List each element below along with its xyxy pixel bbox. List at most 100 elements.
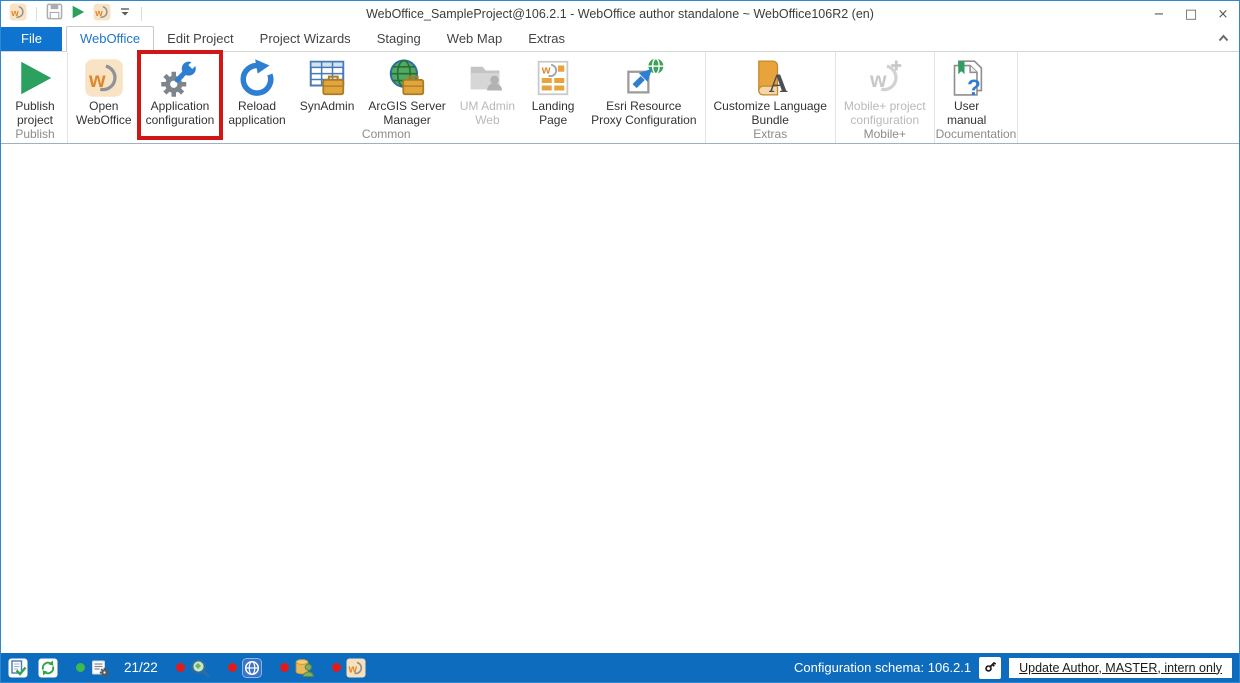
st-server-icon [90,658,110,678]
app-config-icon [160,56,200,100]
qat-menu-icon [118,5,132,24]
ribbon-group-extras: ACustomize LanguageBundleExtras [706,52,836,143]
tab-edit-project[interactable]: Edit Project [154,27,246,51]
key-button[interactable] [979,657,1001,679]
status-bar: 21/22 w Configuration schema: 106.2.1 Up… [1,653,1239,682]
maximize-button[interactable]: □ [1175,1,1207,27]
ribbon-button-reload-application[interactable]: Reloadapplication [221,54,292,127]
window-controls: −□× [1143,1,1239,27]
sync-status[interactable] [38,658,58,678]
ribbon-button-open-weboffice[interactable]: w OpenWebOffice [69,54,139,127]
ribbon-group-common: w OpenWebOffice Applicationconfiguration… [68,52,706,143]
error-dot [228,663,237,672]
ribbon-group-label: Extras [707,127,834,143]
update-author-button[interactable]: Update Author, MASTER, intern only [1009,658,1232,678]
tab-weboffice[interactable]: WebOffice [66,26,154,52]
ribbon-button-customize-language-bundle[interactable]: ACustomize LanguageBundle [707,54,834,127]
ribbon-group-documentation: ?UsermanualDocumentation [935,52,1019,143]
st-search-icon [190,658,210,678]
ribbon-group-mobile: w Mobile+ projectconfigurationMobile+ [836,52,935,143]
st-db-person-icon [294,658,314,678]
close-button[interactable]: × [1207,1,1239,27]
esri-proxy-icon [624,56,664,100]
save-icon [46,3,63,25]
language-bundle-icon: A [750,56,790,100]
weboffice-app-icon: w [9,3,27,26]
qat-run-button[interactable] [68,3,88,26]
collapse-ribbon-button[interactable] [1218,29,1229,47]
database-user-status[interactable] [280,658,314,678]
ribbon-button-label: Esri ResourceProxy Configuration [591,100,696,127]
ribbon-group-label: Publish [4,127,66,143]
project-status[interactable] [8,658,28,678]
ribbon-button-label: Mobile+ projectconfiguration [844,100,926,127]
arcgis-manager-icon [387,56,427,100]
ribbon-button-label: Applicationconfiguration [146,100,215,127]
ribbon-button-um-admin-web: UM AdminWeb [453,54,522,127]
ribbon-button-landing-page[interactable]: w LandingPage [522,54,584,127]
app-window: w w WebOffice_SampleProject@106.2.1 - We… [0,0,1240,683]
qat-weboffice-app-button[interactable]: w [7,2,29,27]
config-schema-text: Configuration schema: 106.2.1 [794,660,971,675]
ribbon-button-application-configuration[interactable]: Applicationconfiguration [139,54,222,127]
weboffice-icon: w [93,3,111,26]
ribbon-button-synadmin[interactable]: SynAdmin [293,54,362,127]
web-service-status[interactable] [228,658,262,678]
ribbon: PublishprojectPublish w OpenWebOffice Ap… [1,52,1239,144]
ribbon-button-label: ArcGIS ServerManager [368,100,445,127]
toolbar-separator [141,7,142,21]
server-status[interactable] [76,658,110,678]
publish-play-icon [15,56,55,100]
st-wo-icon: w [346,658,366,678]
qat-weboffice-button[interactable]: w [91,2,113,27]
toolbar-separator [36,7,37,21]
synadmin-icon [307,56,347,100]
error-dot [176,663,185,672]
window-title: WebOffice_SampleProject@106.2.1 - WebOff… [1,1,1239,27]
ribbon-button-label: Usermanual [947,100,986,127]
error-dot [332,663,341,672]
st-globe-icon [242,658,262,678]
ribbon-button-label: Publishproject [15,100,54,127]
ribbon-button-mobile-project-configuration: w Mobile+ projectconfiguration [837,54,933,127]
svg-text:A: A [769,69,788,98]
service-counter: 21/22 [124,660,158,675]
tab-file[interactable]: File [1,27,62,51]
key-icon [983,659,998,677]
weboffice-service-status[interactable]: w [332,658,366,678]
ribbon-button-user-manual[interactable]: ?Usermanual [936,54,998,127]
tab-extras[interactable]: Extras [515,27,578,51]
ribbon-button-arcgis-server-manager[interactable]: ArcGIS ServerManager [361,54,452,127]
reload-icon [237,56,277,100]
ribbon-button-publish-project[interactable]: Publishproject [4,54,66,127]
user-manual-icon: ? [947,56,987,100]
qat-save-button[interactable] [44,2,65,26]
status-left: 21/22 w [8,658,366,678]
mobile-config-icon: w [865,56,905,100]
main-content [1,144,1239,653]
tab-web-map[interactable]: Web Map [434,27,515,51]
ribbon-tab-bar: FileWebOfficeEdit ProjectProject Wizards… [1,27,1239,52]
svg-text:?: ? [967,75,981,98]
landing-page-icon: w [533,56,573,100]
ribbon-group-label: Mobile+ [837,127,933,143]
ribbon-button-label: Customize LanguageBundle [714,100,827,127]
search-service-status[interactable] [176,658,210,678]
ribbon-tabs: FileWebOfficeEdit ProjectProject Wizards… [1,27,578,51]
um-admin-web-icon [467,56,507,100]
ribbon-group-label: Common [69,127,704,143]
title-bar: w w WebOffice_SampleProject@106.2.1 - We… [1,1,1239,27]
ribbon-button-label: LandingPage [532,100,575,127]
svg-text:w: w [541,65,551,77]
tab-project-wizards[interactable]: Project Wizards [247,27,364,51]
ok-dot [76,663,85,672]
qat-qat-menu-button[interactable] [116,4,134,25]
error-dot [280,663,289,672]
tab-staging[interactable]: Staging [364,27,434,51]
minimize-button[interactable]: − [1143,1,1175,27]
ribbon-group-label: Documentation [936,127,1017,143]
ribbon-button-label: OpenWebOffice [76,100,132,127]
ribbon-group-publish: PublishprojectPublish [3,52,68,143]
ribbon-button-esri-resource-proxy-configuration[interactable]: Esri ResourceProxy Configuration [584,54,703,127]
ribbon-button-label: UM AdminWeb [460,100,515,127]
